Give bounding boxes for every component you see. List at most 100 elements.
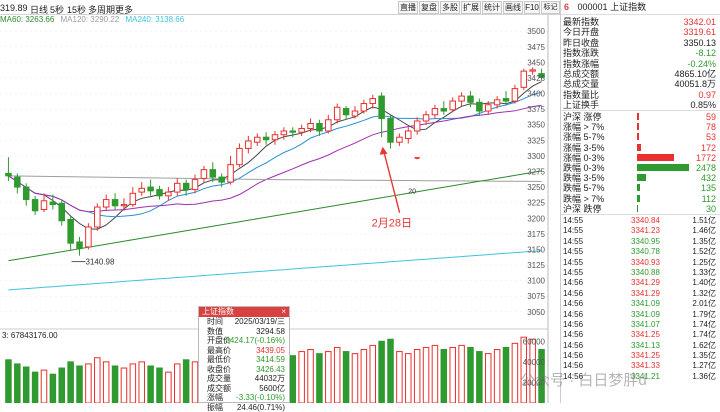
- breadth-bar: [637, 184, 640, 191]
- candle-body[interactable]: [175, 183, 181, 192]
- candle-body[interactable]: [23, 187, 29, 199]
- candle-body[interactable]: [299, 128, 305, 132]
- candle-body[interactable]: [219, 177, 225, 182]
- candle-body[interactable]: [485, 105, 491, 111]
- breadth-label: 跌幅 3-5%: [563, 173, 605, 183]
- candle-body[interactable]: [121, 205, 127, 206]
- candle-body[interactable]: [148, 187, 154, 191]
- tick-time: 14:55: [563, 216, 583, 226]
- candle-body[interactable]: [290, 131, 296, 132]
- candle-body[interactable]: [254, 137, 260, 142]
- breadth-value: 172: [701, 143, 716, 153]
- candle-body[interactable]: [414, 121, 420, 131]
- candle-body[interactable]: [468, 96, 474, 102]
- live-button[interactable]: 直播: [398, 1, 418, 14]
- candle-body[interactable]: [130, 193, 136, 204]
- extend-button[interactable]: 扩展: [461, 1, 481, 14]
- candle-body[interactable]: [59, 203, 65, 220]
- breadth-value: 59: [706, 112, 716, 122]
- candle-body[interactable]: [423, 115, 429, 121]
- tick-volume: 1.33亿: [692, 268, 716, 278]
- candle-body[interactable]: [477, 102, 483, 111]
- f10-button[interactable]: F10: [524, 1, 540, 14]
- popup-row: 涨幅-3.33(-0.10%): [199, 393, 289, 403]
- candle-body[interactable]: [406, 131, 412, 138]
- candle-body[interactable]: [263, 137, 269, 139]
- candle-body[interactable]: [15, 177, 21, 187]
- candle-body[interactable]: [237, 148, 243, 164]
- stat-label: 指数涨幅: [563, 59, 599, 69]
- volume-bar: [308, 350, 314, 403]
- candle-body[interactable]: [370, 99, 376, 104]
- candle-body[interactable]: [494, 100, 500, 105]
- volume-bar: [379, 341, 385, 403]
- candle-body[interactable]: [326, 120, 332, 131]
- toolbar-price: 319.89: [0, 3, 28, 13]
- price-tick-label: 3100: [527, 277, 545, 286]
- candle-body[interactable]: [308, 123, 314, 128]
- volume-bar: [192, 362, 198, 403]
- candle-body[interactable]: [246, 141, 252, 148]
- stat-value: -0.24%: [687, 59, 716, 69]
- close-icon[interactable]: ×: [281, 307, 286, 317]
- candle-body[interactable]: [361, 104, 367, 111]
- candle-body[interactable]: [272, 135, 278, 140]
- tick-time: 14:55: [563, 247, 583, 257]
- candle-body[interactable]: [201, 170, 207, 179]
- candle-body[interactable]: [432, 109, 438, 115]
- tick-price: 3340.95: [631, 237, 660, 247]
- candle-body[interactable]: [183, 183, 189, 189]
- candle-body[interactable]: [521, 71, 527, 87]
- tick-price: 3341.13: [631, 341, 660, 351]
- candle-body[interactable]: [512, 89, 518, 101]
- candle-body[interactable]: [503, 99, 509, 101]
- candle-body[interactable]: [281, 131, 287, 135]
- candle-body[interactable]: [379, 96, 385, 118]
- volume-bar: [485, 354, 491, 403]
- candle-body[interactable]: [317, 123, 323, 130]
- candle-body[interactable]: [530, 70, 536, 71]
- breadth-row: 涨幅 0-3%1772: [561, 153, 720, 163]
- popup-row-value: 3439.05: [256, 346, 285, 356]
- breadth-label: 跌幅 0-3%: [563, 163, 605, 173]
- stat-value: 0.85%: [690, 100, 716, 110]
- candle-body[interactable]: [112, 200, 118, 206]
- candle-body[interactable]: [68, 220, 74, 244]
- candle-body[interactable]: [32, 200, 38, 211]
- candle-body[interactable]: [388, 119, 394, 143]
- replay-button[interactable]: 复盘: [419, 1, 439, 14]
- candle-body[interactable]: [6, 173, 12, 175]
- candle-body[interactable]: [77, 242, 83, 248]
- stats-button[interactable]: 统计: [482, 1, 502, 14]
- mark-button[interactable]: 标记: [541, 1, 560, 14]
- volume-bar: [68, 362, 74, 403]
- candle-body[interactable]: [334, 107, 340, 119]
- draw-button[interactable]: 画线: [503, 1, 523, 14]
- candle-body[interactable]: [86, 227, 92, 247]
- ma10-line: [8, 92, 541, 217]
- candle-body[interactable]: [450, 101, 456, 110]
- candle-body[interactable]: [459, 96, 465, 101]
- candle-body[interactable]: [41, 201, 47, 210]
- candle-body[interactable]: [228, 165, 234, 182]
- candle-body[interactable]: [103, 200, 109, 207]
- candle-body[interactable]: [139, 188, 145, 192]
- volume-bar: [334, 347, 340, 403]
- candle-body[interactable]: [397, 137, 403, 142]
- candle-body[interactable]: [157, 190, 163, 196]
- candle-body[interactable]: [95, 207, 101, 227]
- candle-body[interactable]: [343, 109, 349, 115]
- tick-price: 3341.29: [631, 278, 660, 288]
- tick-time: 14:55: [563, 226, 583, 236]
- candle-body[interactable]: [441, 109, 447, 111]
- candle-body[interactable]: [352, 111, 358, 116]
- tick-row: 14:563341.251.74亿: [561, 330, 720, 340]
- stat-row: 总成交额4865.10亿: [561, 69, 720, 79]
- popup-row-key: 时间: [207, 317, 223, 327]
- candle-body[interactable]: [210, 170, 216, 177]
- candle-body[interactable]: [50, 202, 56, 204]
- candle-body[interactable]: [192, 180, 198, 190]
- multi-stock-button[interactable]: 多股: [440, 1, 460, 14]
- tick-volume: 1.74亿: [692, 320, 716, 330]
- candle-body[interactable]: [166, 192, 172, 196]
